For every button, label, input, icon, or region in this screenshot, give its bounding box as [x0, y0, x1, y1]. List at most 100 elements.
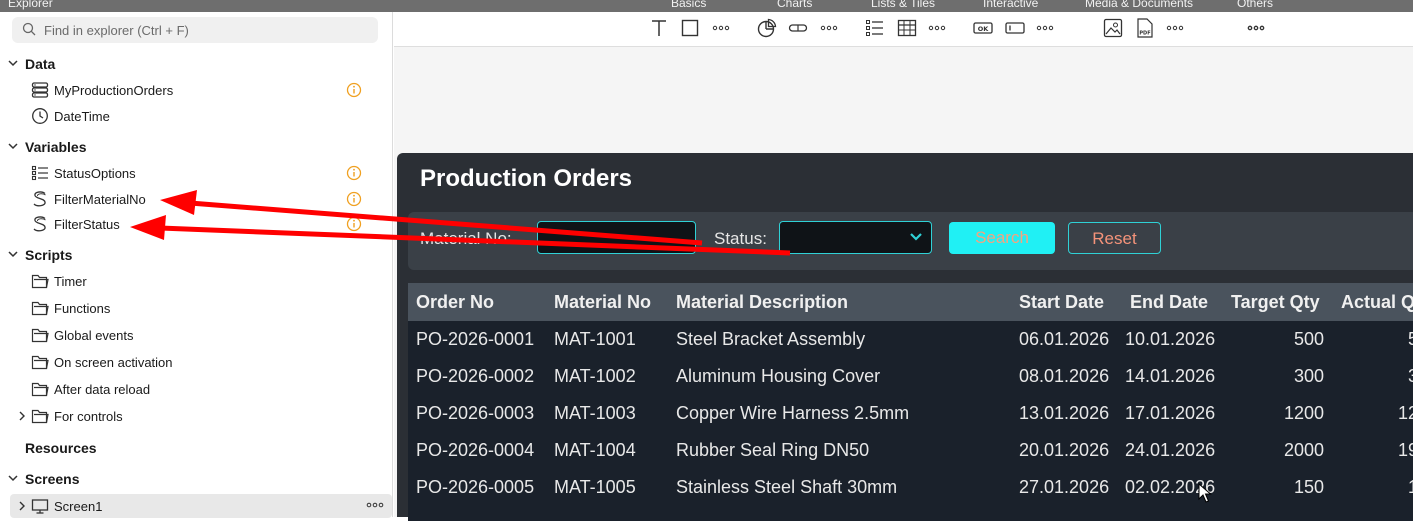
table-row[interactable]: PO-2026-0005 MAT-1005 Stainless Steel Sh…	[408, 469, 1413, 506]
chevron-down-icon[interactable]	[7, 248, 19, 260]
column-header[interactable]: Actual Q	[1341, 292, 1413, 313]
info-icon[interactable]	[346, 191, 362, 207]
chevron-right-icon[interactable]	[17, 500, 27, 512]
textbox-icon[interactable]	[1004, 17, 1026, 39]
filter-bar: Material No: Status: Search Reset	[408, 212, 1413, 270]
cell-target-qty: 300	[1293, 366, 1324, 386]
section-variables[interactable]: Variables	[0, 136, 393, 158]
cell-end-date: 24.01.2026	[1125, 440, 1216, 460]
script-item-timer[interactable]: Timer	[0, 269, 393, 293]
string-variable-icon	[33, 191, 46, 207]
info-icon[interactable]	[346, 165, 362, 181]
script-item-on-screen-activation[interactable]: On screen activation	[0, 350, 393, 374]
explorer-search[interactable]	[12, 17, 378, 43]
cell-description: Rubber Seal Ring DN50	[676, 440, 870, 460]
svg-text:OK: OK	[978, 25, 990, 33]
progress-icon[interactable]	[787, 17, 809, 39]
column-header[interactable]: Material Description	[676, 292, 848, 313]
section-resources[interactable]: Resources	[0, 437, 393, 459]
list-icon[interactable]	[864, 17, 886, 39]
group-label-basics[interactable]: Basics	[671, 0, 706, 10]
pie-chart-icon[interactable]	[756, 17, 778, 39]
more-icon[interactable]	[818, 17, 840, 39]
table-row[interactable]: PO-2026-0001 MAT-1001 Steel Bracket Asse…	[408, 321, 1413, 358]
chevron-down-icon[interactable]	[7, 472, 19, 484]
column-header[interactable]: Start Date	[1019, 292, 1104, 313]
item-label: Functions	[54, 301, 111, 316]
column-header[interactable]: Order No	[416, 292, 494, 313]
chevron-down-icon[interactable]	[7, 57, 19, 69]
group-label-others[interactable]: Others	[1237, 0, 1273, 10]
table-header: Order No Material No Material Descriptio…	[408, 283, 1413, 321]
column-header[interactable]: Material No	[554, 292, 651, 313]
cell-target-qty: 2000	[1283, 440, 1324, 460]
group-label-lists[interactable]: Lists & Tiles	[871, 0, 935, 10]
cell-description: Aluminum Housing Cover	[676, 366, 881, 386]
folder-icon	[31, 382, 49, 397]
table-row[interactable]: PO-2026-0003 MAT-1003 Copper Wire Harnes…	[408, 395, 1413, 432]
chevron-right-icon[interactable]	[17, 410, 27, 422]
cell-target-qty: 500	[1293, 329, 1324, 349]
script-item-global-events[interactable]: Global events	[0, 323, 393, 347]
status-select[interactable]	[779, 221, 932, 254]
section-data[interactable]: Data	[0, 53, 393, 75]
cell-material-no: MAT-1005	[554, 477, 636, 497]
cell-actual-qty: 19	[1397, 440, 1413, 460]
cell-order-no: PO-2026-0003	[416, 403, 535, 423]
script-item-for-controls[interactable]: For controls	[0, 404, 393, 428]
section-label: Scripts	[25, 247, 73, 263]
more-icon[interactable]	[1164, 17, 1186, 39]
clock-icon	[32, 108, 48, 124]
group-label-charts[interactable]: Charts	[777, 0, 812, 10]
script-item-after-data-reload[interactable]: After data reload	[0, 377, 393, 401]
item-label: FilterStatus	[54, 217, 120, 232]
cell-end-date: 17.01.2026	[1125, 403, 1216, 423]
script-item-functions[interactable]: Functions	[0, 296, 393, 320]
search-input[interactable]	[44, 17, 374, 43]
column-header[interactable]: Target Qty	[1231, 292, 1320, 313]
item-label: For controls	[54, 409, 123, 424]
item-label: Screen1	[54, 499, 103, 514]
cell-description: Copper Wire Harness 2.5mm	[676, 403, 910, 423]
more-icon[interactable]	[366, 498, 384, 512]
chevron-down-icon[interactable]	[7, 140, 19, 152]
screen-item-screen1[interactable]: Screen1	[10, 494, 392, 518]
group-label-interactive[interactable]: Interactive	[983, 0, 1038, 10]
more-icon[interactable]	[1034, 17, 1056, 39]
search-button[interactable]: Search	[949, 222, 1055, 254]
table-icon[interactable]	[896, 17, 918, 39]
status-label: Status:	[714, 229, 767, 248]
table-row[interactable]: PO-2026-0004 MAT-1004 Rubber Seal Ring D…	[408, 432, 1413, 469]
data-item-datetime[interactable]: DateTime	[0, 104, 393, 128]
cell-end-date: 14.01.2026	[1125, 366, 1216, 386]
info-icon[interactable]	[346, 82, 362, 98]
item-label: StatusOptions	[54, 166, 136, 181]
section-screens[interactable]: Screens	[0, 468, 393, 490]
cell-end-date: 10.01.2026	[1125, 329, 1216, 349]
list-variable-icon	[31, 165, 48, 181]
variable-item-statusoptions[interactable]: StatusOptions	[0, 161, 393, 185]
reset-button[interactable]: Reset	[1068, 222, 1161, 254]
cell-target-qty: 1200	[1283, 403, 1324, 423]
more-icon[interactable]	[926, 17, 948, 39]
section-label: Resources	[25, 440, 97, 456]
rectangle-icon[interactable]	[679, 17, 701, 39]
text-icon[interactable]	[648, 17, 670, 39]
section-label: Data	[25, 56, 56, 72]
chevron-down-icon[interactable]	[909, 232, 923, 242]
pdf-icon[interactable]: PDF	[1134, 17, 1156, 39]
ok-button-icon[interactable]: OK	[972, 17, 994, 39]
data-item-myproductionorders[interactable]: MyProductionOrders	[0, 78, 393, 102]
more-icon[interactable]	[1245, 17, 1267, 39]
column-header[interactable]: End Date	[1130, 292, 1208, 313]
variable-item-filtermaterialno[interactable]: FilterMaterialNo	[0, 187, 393, 211]
image-icon[interactable]	[1102, 17, 1124, 39]
variable-item-filterstatus[interactable]: FilterStatus	[0, 212, 393, 236]
reset-button-label: Reset	[1092, 229, 1137, 248]
more-icon[interactable]	[710, 17, 732, 39]
group-label-media[interactable]: Media & Documents	[1085, 0, 1193, 10]
info-icon[interactable]	[346, 216, 362, 232]
material-input[interactable]	[537, 221, 696, 254]
section-scripts[interactable]: Scripts	[0, 244, 393, 266]
table-row[interactable]: PO-2026-0002 MAT-1002 Aluminum Housing C…	[408, 358, 1413, 395]
